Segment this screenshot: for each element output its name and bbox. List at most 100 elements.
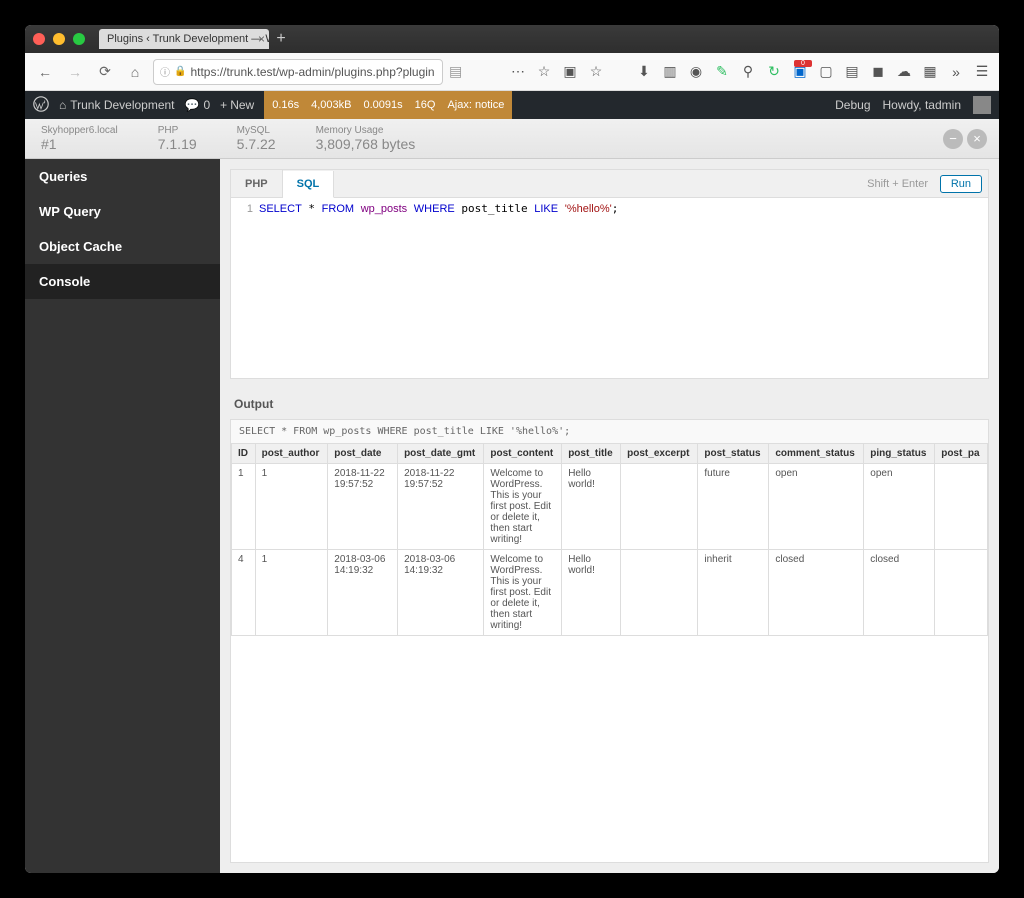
forward-button[interactable]: → xyxy=(63,60,87,84)
table-cell: closed xyxy=(864,550,935,636)
php-value: 7.1.19 xyxy=(158,136,197,152)
star-icon[interactable]: ☆ xyxy=(587,63,605,80)
overflow-icon[interactable]: » xyxy=(947,64,965,80)
badge-icon[interactable]: ▣0 xyxy=(791,63,809,80)
minimize-panel-icon[interactable]: − xyxy=(943,129,963,149)
box-icon[interactable]: ▢ xyxy=(817,63,835,80)
query-monitor-stats[interactable]: 0.16s 4,003kB 0.0091s 16Q Ajax: notice xyxy=(264,91,512,119)
memory-label: Memory Usage xyxy=(316,125,416,136)
back-button[interactable]: ← xyxy=(33,60,57,84)
bug-icon[interactable]: ☁ xyxy=(895,63,913,80)
page-icon[interactable]: ▤ xyxy=(843,63,861,80)
howdy-text[interactable]: Howdy, tadmin xyxy=(883,98,961,112)
new-label: New xyxy=(230,98,254,112)
avatar[interactable] xyxy=(973,96,991,114)
site-link[interactable]: ⌂ Trunk Development xyxy=(59,98,175,112)
comments-link[interactable]: 💬 0 xyxy=(185,98,211,112)
table-cell xyxy=(935,550,988,636)
reload-button[interactable]: ⟳ xyxy=(93,60,117,84)
tab-sql[interactable]: SQL xyxy=(283,171,335,198)
home-button[interactable]: ⌂ xyxy=(123,60,147,84)
table-cell: Welcome to WordPress. This is your first… xyxy=(484,550,562,636)
close-tab-icon[interactable]: × xyxy=(258,32,265,46)
evernote-icon[interactable]: ✎ xyxy=(713,63,731,80)
table-cell xyxy=(621,550,698,636)
menu-dots-icon[interactable]: ⋯ xyxy=(509,63,527,80)
minimize-window-icon[interactable] xyxy=(53,33,65,45)
col-header: ping_status xyxy=(864,444,935,464)
table-cell: future xyxy=(698,464,769,550)
host-label: Skyhopper6.local xyxy=(41,125,118,136)
stat-qtime: 0.0091s xyxy=(364,99,403,111)
refresh-ext-icon[interactable]: ↻ xyxy=(765,63,783,80)
wordpress-icon[interactable] xyxy=(33,96,49,115)
table-cell: 2018-11-22 19:57:52 xyxy=(328,464,398,550)
close-panel-icon[interactable]: × xyxy=(967,129,987,149)
output-panel: SELECT * FROM wp_posts WHERE post_title … xyxy=(230,419,989,863)
sql-editor[interactable]: 1SELECT * FROM wp_posts WHERE post_title… xyxy=(231,198,988,378)
tab-php[interactable]: PHP xyxy=(231,170,283,197)
menu-icon[interactable]: ☰ xyxy=(973,63,991,80)
onepass-icon[interactable]: ◉ xyxy=(687,63,705,80)
debug-link[interactable]: Debug xyxy=(835,98,870,112)
table-cell: Hello world! xyxy=(562,464,621,550)
memory-value: 3,809,768 bytes xyxy=(316,136,416,152)
table-cell xyxy=(621,464,698,550)
shortcut-hint: Shift + Enter xyxy=(867,178,928,190)
new-link[interactable]: + New xyxy=(220,98,254,112)
php-label: PHP xyxy=(158,125,197,136)
shield-icon[interactable]: ☆ xyxy=(535,63,553,80)
stat-time: 0.16s xyxy=(272,99,299,111)
dark-icon[interactable]: ◼ xyxy=(869,63,887,80)
plus-icon: + xyxy=(220,98,227,112)
results-table: IDpost_authorpost_datepost_date_gmtpost_… xyxy=(231,443,988,636)
download-icon[interactable]: ⬇ xyxy=(635,63,653,80)
mysql-value: 5.7.22 xyxy=(237,136,276,152)
tab-title: Plugins ‹ Trunk Development — Wo xyxy=(107,33,269,45)
mysql-label: MySQL xyxy=(237,125,276,136)
comment-count: 0 xyxy=(203,98,210,112)
col-header: post_status xyxy=(698,444,769,464)
table-cell: Welcome to WordPress. This is your first… xyxy=(484,464,562,550)
home-icon: ⌂ xyxy=(59,98,66,112)
table-cell: open xyxy=(864,464,935,550)
editor-panel: PHP SQL Shift + Enter Run 1SELECT * FROM… xyxy=(230,169,989,379)
run-button[interactable]: Run xyxy=(940,175,982,193)
stat-size: 4,003kB xyxy=(311,99,351,111)
table-cell: 4 xyxy=(232,550,256,636)
table-cell: Hello world! xyxy=(562,550,621,636)
sidebar-item-wpquery[interactable]: WP Query xyxy=(25,194,220,229)
table-row: 112018-11-22 19:57:522018-11-22 19:57:52… xyxy=(232,464,988,550)
reader-icon[interactable]: ▤ xyxy=(449,63,462,80)
grid-icon[interactable]: ▦ xyxy=(921,63,939,80)
close-window-icon[interactable] xyxy=(33,33,45,45)
col-header: post_title xyxy=(562,444,621,464)
info-icon: ⓘ xyxy=(160,64,170,79)
url-text: https://trunk.test/wp-admin/plugins.php?… xyxy=(190,65,436,79)
table-cell: open xyxy=(769,464,864,550)
container-icon[interactable]: ▣ xyxy=(561,63,579,80)
table-cell: 2018-11-22 19:57:52 xyxy=(398,464,484,550)
url-bar[interactable]: ⓘ 🔒 https://trunk.test/wp-admin/plugins.… xyxy=(153,59,443,85)
table-row: 412018-03-06 14:19:322018-03-06 14:19:32… xyxy=(232,550,988,636)
host-value: #1 xyxy=(41,136,118,152)
library-icon[interactable]: ▥ xyxy=(661,63,679,80)
sidebar-item-queries[interactable]: Queries xyxy=(25,159,220,194)
maximize-window-icon[interactable] xyxy=(73,33,85,45)
col-header: post_author xyxy=(255,444,328,464)
pin-icon[interactable]: ⚲ xyxy=(739,63,757,80)
browser-navbar: ← → ⟳ ⌂ ⓘ 🔒 https://trunk.test/wp-admin/… xyxy=(25,53,999,91)
site-name: Trunk Development xyxy=(70,98,174,112)
stat-queries: 16Q xyxy=(415,99,436,111)
new-tab-button[interactable]: + xyxy=(271,29,291,49)
sidebar-item-console[interactable]: Console xyxy=(25,264,220,299)
browser-tab[interactable]: Plugins ‹ Trunk Development — Wo × xyxy=(99,29,269,49)
col-header: post_content xyxy=(484,444,562,464)
sidebar-item-objectcache[interactable]: Object Cache xyxy=(25,229,220,264)
table-cell: closed xyxy=(769,550,864,636)
table-cell: 1 xyxy=(255,550,328,636)
output-query: SELECT * FROM wp_posts WHERE post_title … xyxy=(231,420,988,443)
comment-icon: 💬 xyxy=(185,98,200,112)
debug-sidebar: Queries WP Query Object Cache Console xyxy=(25,159,220,873)
col-header: post_excerpt xyxy=(621,444,698,464)
